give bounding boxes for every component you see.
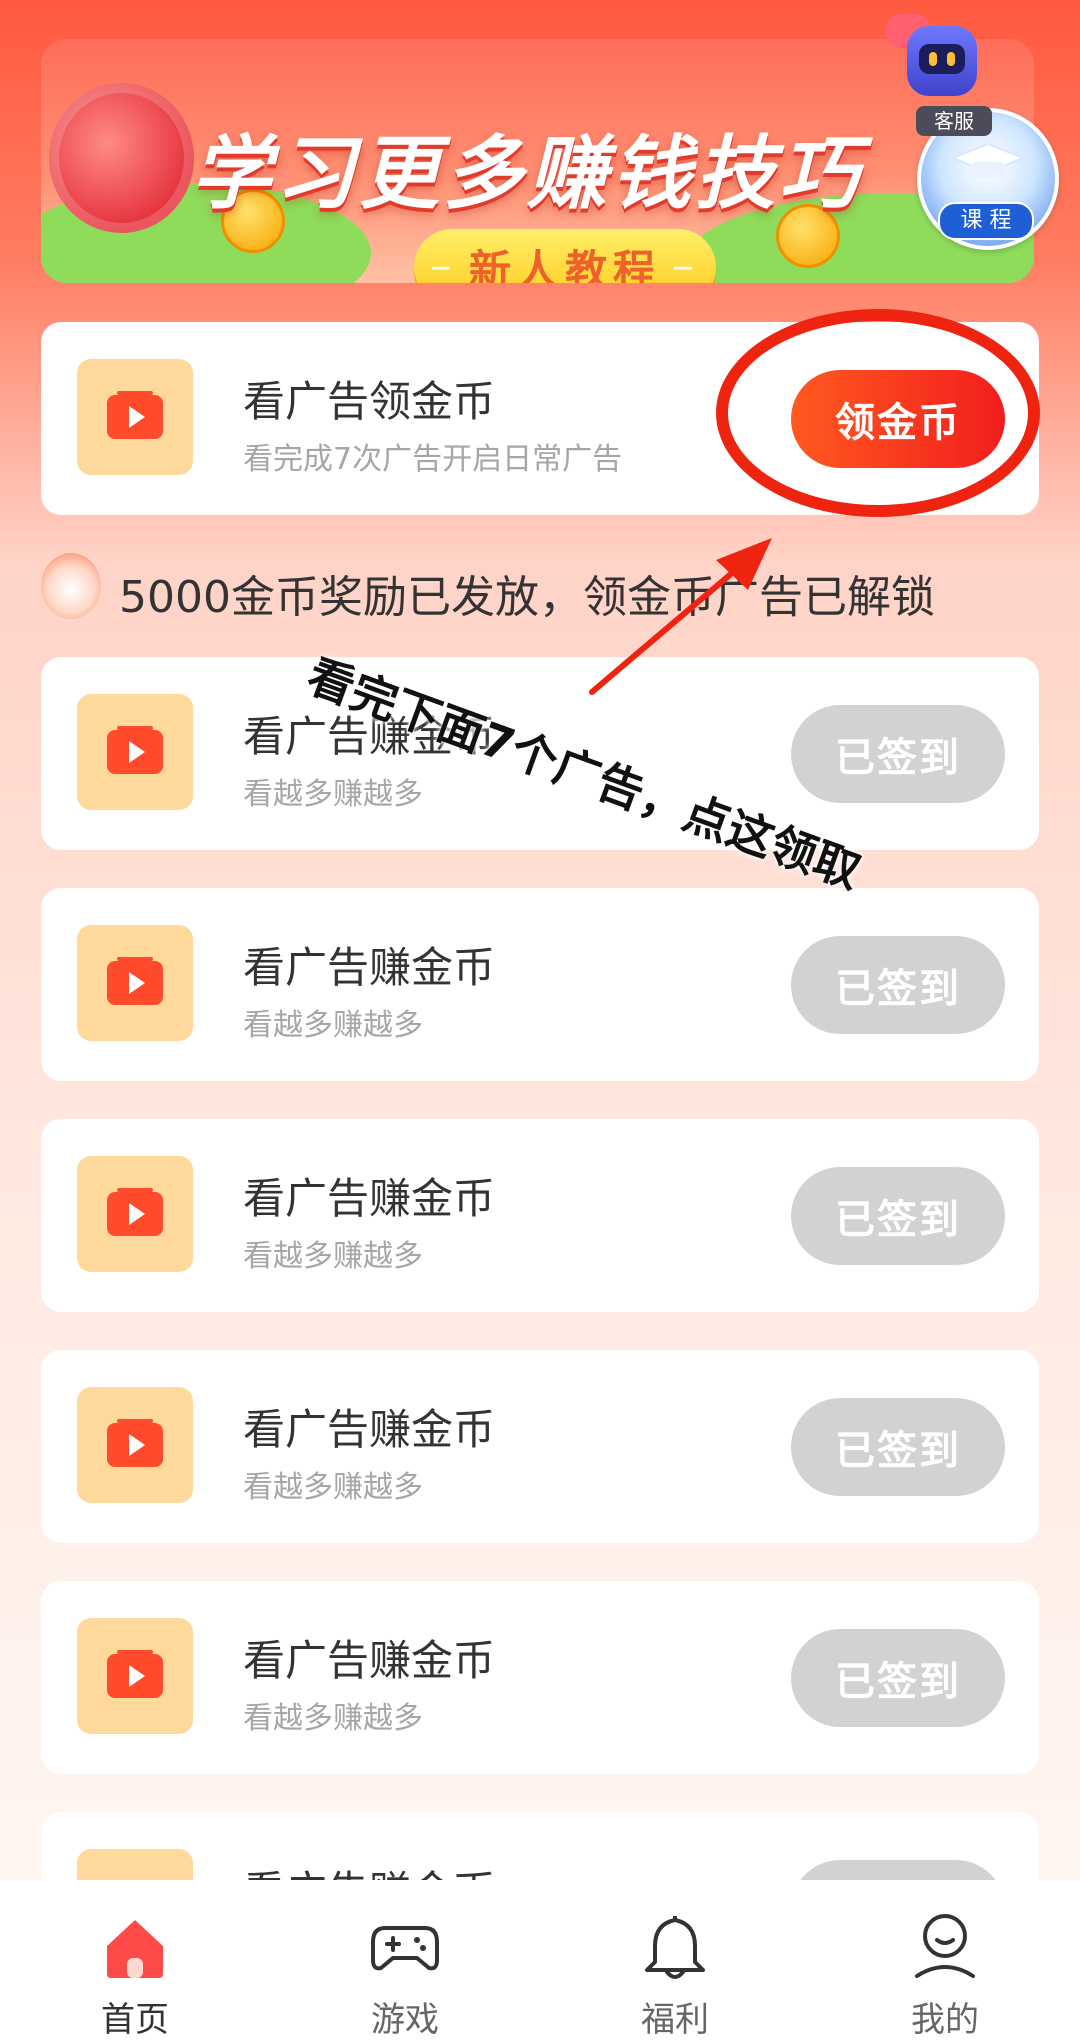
card-title: 看广告赚金币	[243, 1405, 496, 1454]
ad-card: 看广告赚金币 看越多赚越多 已签到	[41, 1350, 1039, 1543]
video-ad-icon	[77, 1156, 193, 1272]
video-ad-icon	[77, 359, 193, 475]
nav-label: 福利	[641, 2000, 709, 2040]
customer-service-button[interactable]	[885, 8, 995, 118]
banner-title: 学习更多赚钱技巧	[191, 127, 863, 220]
nav-label: 游戏	[371, 2000, 439, 2040]
card-subtitle: 看越多赚越多	[243, 1701, 423, 1736]
new-user-tutorial-button[interactable]: — 新人教程 —	[414, 229, 716, 283]
bell-icon	[639, 1910, 711, 1982]
heart-mascot-icon	[49, 83, 194, 233]
nav-item-home[interactable]: 首页	[65, 1910, 205, 2041]
highlight-circle	[716, 309, 1040, 517]
ad-card: 看广告赚金币 看越多赚越多 已签到	[41, 1119, 1039, 1312]
card-title: 看广告赚金币	[243, 1636, 496, 1685]
waving-hand-icon	[41, 553, 101, 619]
video-ad-icon	[77, 925, 193, 1041]
robot-eye	[947, 52, 955, 66]
notice-text: 5000金币奖励已发放，领金币广告已解锁	[119, 572, 935, 623]
customer-service-label: 客服	[916, 106, 992, 136]
card-subtitle: 看越多赚越多	[243, 1239, 423, 1274]
reward-notice: 5000金币奖励已发放，领金币广告已解锁	[41, 549, 1041, 623]
robot-eye	[929, 52, 937, 66]
ad-card: 看广告赚金币 看越多赚越多 已签到	[41, 1581, 1039, 1774]
nav-label: 首页	[101, 2000, 169, 2040]
gamepad-icon	[369, 1910, 441, 1982]
dash-decoration: —	[673, 255, 699, 279]
card-title: 看广告赚金币	[243, 1174, 496, 1223]
nav-item-games[interactable]: 游戏	[335, 1910, 475, 2041]
nav-label: 我的	[911, 2000, 979, 2040]
video-ad-icon	[77, 1387, 193, 1503]
tutorial-button-label: 新人教程	[468, 245, 661, 284]
nav-item-welfare[interactable]: 福利	[605, 1910, 745, 2041]
signed-in-button[interactable]: 已签到	[791, 1398, 1005, 1496]
card-subtitle: 看越多赚越多	[243, 1470, 423, 1505]
card-subtitle: 看越多赚越多	[243, 1008, 423, 1043]
card-subtitle: 看完成7次广告开启日常广告	[243, 442, 623, 477]
signed-in-button[interactable]: 已签到	[791, 936, 1005, 1034]
home-icon	[99, 1910, 171, 1982]
video-ad-icon	[77, 1618, 193, 1734]
robot-face	[919, 44, 965, 74]
video-ad-icon	[77, 694, 193, 810]
nav-item-profile[interactable]: 我的	[875, 1910, 1015, 2041]
card-title: 看广告赚金币	[243, 943, 496, 992]
dash-decoration: —	[430, 255, 457, 279]
signed-in-button[interactable]: 已签到	[791, 1629, 1005, 1727]
signed-in-button[interactable]: 已签到	[791, 1167, 1005, 1265]
profile-icon	[909, 1910, 981, 1982]
course-label: 课 程	[938, 202, 1034, 240]
bottom-nav: 首页 游戏 福利 我的	[0, 1880, 1080, 2041]
signed-in-button[interactable]: 已签到	[791, 705, 1005, 803]
graduation-cap-icon	[951, 142, 1025, 178]
card-title: 看广告领金币	[243, 377, 496, 426]
ad-card: 看广告赚金币 看越多赚越多 已签到	[41, 888, 1039, 1081]
card-subtitle: 看越多赚越多	[243, 777, 423, 812]
